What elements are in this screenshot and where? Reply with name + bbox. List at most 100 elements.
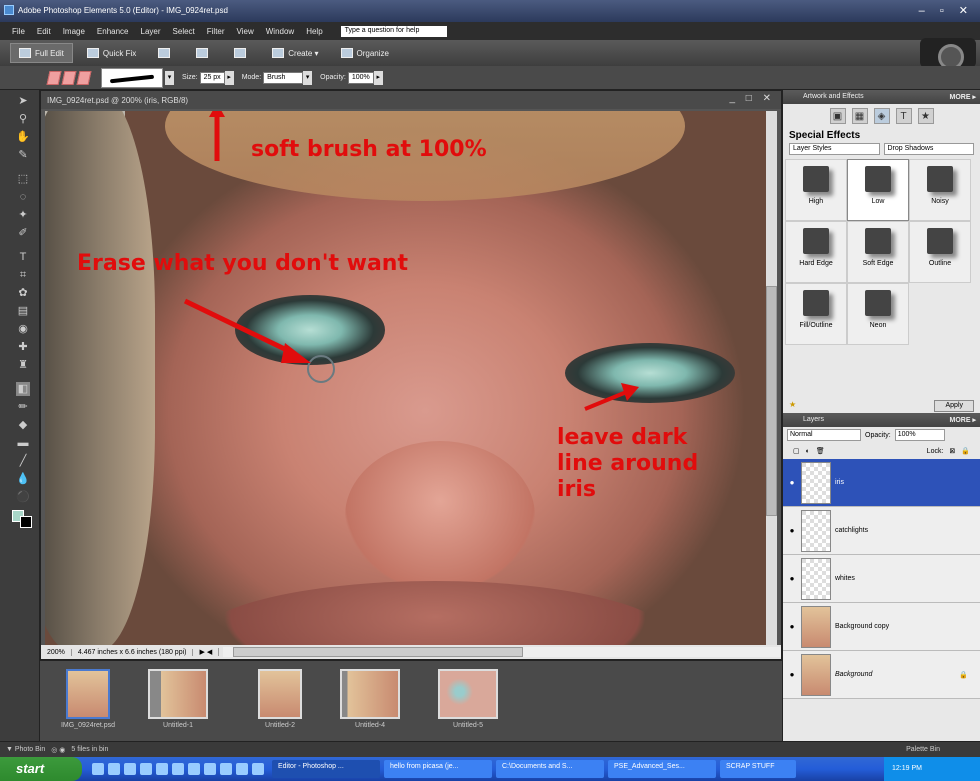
style-swatch[interactable]: High (785, 159, 847, 221)
photo-bin-label[interactable]: Photo Bin (15, 746, 45, 753)
share-button[interactable] (188, 43, 220, 63)
window-controls[interactable]: – ▫ ✕ (919, 4, 974, 17)
selection-brush-icon[interactable]: ✐ (16, 226, 30, 240)
menu-file[interactable]: File (12, 27, 25, 36)
lock-all-icon[interactable]: 🔒 (961, 447, 970, 455)
quicklaunch-icon[interactable] (172, 763, 184, 775)
quicklaunch-icon[interactable] (92, 763, 104, 775)
vertical-scroll-thumb[interactable] (766, 286, 777, 516)
magic-wand-tool-icon[interactable]: ✦ (16, 208, 30, 222)
taskbar-item[interactable]: PSE_Advanced_Ses... (608, 760, 716, 778)
visibility-eye-icon[interactable]: ● (783, 574, 801, 583)
quicklaunch-icon[interactable] (124, 763, 136, 775)
layer-row[interactable]: ● Background copy (783, 603, 980, 651)
brush-dropdown-arrow[interactable]: ▾ (165, 70, 174, 85)
zoom-level[interactable]: 200% (41, 648, 72, 656)
eraser-tool-button[interactable]: ◧ (16, 382, 30, 396)
apply-button[interactable]: Apply (934, 400, 974, 412)
text-icon[interactable]: T (895, 108, 912, 124)
quicklaunch-icon[interactable] (252, 763, 264, 775)
type-tool-icon[interactable]: T (16, 250, 30, 264)
photo-bin-toggle-icon[interactable]: ▼ (6, 746, 15, 753)
quicklaunch-icon[interactable] (204, 763, 216, 775)
visibility-eye-icon[interactable]: ● (783, 478, 801, 487)
mode-dropdown-arrow[interactable]: ▾ (303, 70, 313, 85)
lock-transparent-icon[interactable]: ⊠ (949, 447, 955, 455)
delete-layer-icon[interactable]: 🗑 (816, 447, 825, 455)
paint-bucket-icon[interactable]: ◆ (16, 418, 30, 432)
document-window-controls[interactable]: _ □ ✕ (729, 93, 775, 104)
menu-enhance[interactable]: Enhance (97, 27, 129, 36)
layer-row[interactable]: ● iris (783, 459, 980, 507)
taskbar-item[interactable]: hello from picasa (je... (384, 760, 492, 778)
eraser-tool-icon[interactable] (46, 70, 62, 85)
style-swatch[interactable]: Soft Edge (847, 221, 909, 283)
move-tool-icon[interactable]: ➤ (16, 94, 30, 108)
status-menu-arrow[interactable]: ▶ ◀ (193, 648, 220, 656)
layers-more-button[interactable]: MORE ▸ (950, 416, 976, 424)
eyedropper-tool-icon[interactable]: ✎ (16, 148, 30, 162)
menu-layer[interactable]: Layer (141, 27, 161, 36)
layer-opacity-field[interactable]: 100% (894, 429, 945, 441)
start-button[interactable]: start (0, 757, 82, 781)
brush-preset-picker[interactable] (101, 67, 163, 88)
menu-image[interactable]: Image (63, 27, 85, 36)
artwork-more-button[interactable]: MORE ▸ (950, 93, 976, 101)
size-field[interactable]: 25 px (199, 71, 225, 84)
quicklaunch-icon[interactable] (108, 763, 120, 775)
visibility-eye-icon[interactable]: ● (783, 622, 801, 631)
artwork-effects-header[interactable]: Artwork and Effects MORE ▸ (783, 90, 980, 104)
background-eraser-icon[interactable] (61, 70, 77, 85)
layer-row[interactable]: ● whites (783, 555, 980, 603)
favorite-star-icon[interactable]: ★ (789, 400, 796, 412)
taskbar-item[interactable]: C:\Documents and S... (496, 760, 604, 778)
clone-stamp-icon[interactable]: ♜ (16, 358, 30, 372)
menu-select[interactable]: Select (173, 27, 195, 36)
opacity-slider-toggle[interactable]: ▸ (373, 70, 383, 85)
visibility-eye-icon[interactable]: ● (783, 526, 801, 535)
straighten-tool-icon[interactable]: ▤ (16, 304, 30, 318)
opacity-field[interactable]: 100% (347, 71, 374, 84)
image-canvas[interactable]: soft brush at 100% Erase what you don't … (45, 111, 766, 645)
hand-tool-icon[interactable]: ✋ (16, 130, 30, 144)
order-prints-button[interactable] (226, 43, 258, 63)
effect-category-select[interactable]: Layer Styles (789, 143, 880, 155)
marquee-tool-icon[interactable]: ⬚ (16, 172, 30, 186)
style-swatch[interactable]: Low (847, 159, 909, 221)
menu-view[interactable]: View (237, 27, 254, 36)
visibility-eye-icon[interactable]: ● (783, 670, 801, 679)
organize-button[interactable]: Organize (333, 43, 397, 63)
bin-thumb[interactable]: Untitled-5 (438, 669, 498, 735)
adjustment-layer-icon[interactable]: ◐ (806, 448, 810, 455)
print-button[interactable] (150, 43, 182, 63)
quicklaunch-icon[interactable] (140, 763, 152, 775)
quick-fix-button[interactable]: Quick Fix (79, 43, 144, 63)
quicklaunch-icon[interactable] (188, 763, 200, 775)
sponge-tool-icon[interactable]: ⚫ (16, 490, 30, 504)
style-swatch[interactable]: Hard Edge (785, 221, 847, 283)
taskbar-item[interactable]: SCRAP STUFF (720, 760, 796, 778)
style-swatch[interactable]: Neon (847, 283, 909, 345)
style-swatch[interactable]: Fill/Outline (785, 283, 847, 345)
new-layer-icon[interactable]: ▢ (793, 447, 800, 455)
layer-row[interactable]: ● Background 🔒 (783, 651, 980, 699)
effect-subcategory-select[interactable]: Drop Shadows (883, 143, 974, 155)
gradient-tool-icon[interactable]: ▬ (16, 436, 30, 450)
menu-filter[interactable]: Filter (207, 27, 225, 36)
shape-tool-icon[interactable]: ╱ (16, 454, 30, 468)
brush-tool-icon[interactable]: ✏ (16, 400, 30, 414)
full-edit-button[interactable]: Full Edit (10, 43, 73, 63)
bin-thumb[interactable]: IMG_0924ret.psd (58, 669, 118, 735)
favorites-star-icon[interactable]: ★ (917, 108, 934, 124)
style-swatch[interactable]: Noisy (909, 159, 971, 221)
artwork-icon[interactable]: ▣ (829, 108, 846, 124)
quicklaunch-icon[interactable] (220, 763, 232, 775)
zoom-tool-icon[interactable]: ⚲ (16, 112, 30, 126)
menu-help[interactable]: Help (306, 27, 322, 36)
layer-row[interactable]: ● catchlights (783, 507, 980, 555)
mode-select[interactable]: Brush (263, 71, 304, 84)
menu-edit[interactable]: Edit (37, 27, 51, 36)
bin-nav-icons[interactable]: ◎ ◉ (51, 746, 65, 754)
themes-icon[interactable]: ▦ (851, 108, 868, 124)
layers-header[interactable]: Layers MORE ▸ (783, 413, 980, 427)
